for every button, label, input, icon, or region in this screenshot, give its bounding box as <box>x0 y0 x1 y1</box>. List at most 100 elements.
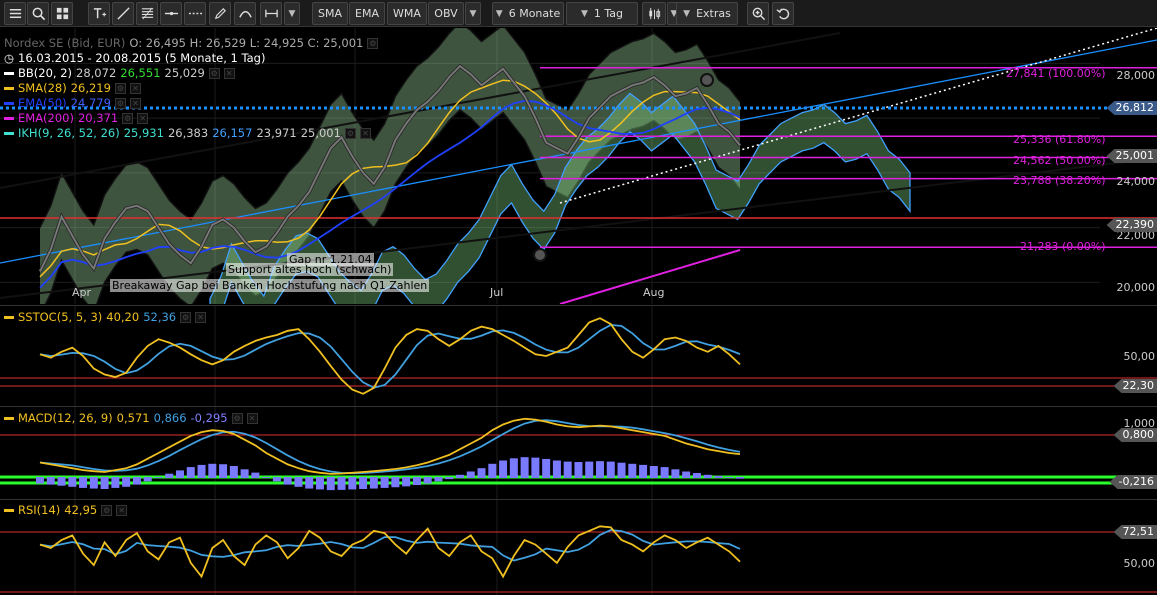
ema-button[interactable]: EMA <box>349 2 385 25</box>
macd-histogram-bar <box>412 477 421 486</box>
search-icon[interactable] <box>27 2 49 25</box>
close-icon[interactable]: ✕ <box>116 505 128 516</box>
sstoc-label: SSTOC(5, 5, 3) <box>18 310 103 324</box>
macd-histogram-bar <box>111 477 120 488</box>
macd-histogram-bar <box>251 472 260 478</box>
settings-icon[interactable]: ⚙ <box>208 68 220 79</box>
sstoc-y-tick: 50,00 <box>1123 350 1156 363</box>
chevron-down-icon: ▼ <box>288 8 296 19</box>
indicator-value: 25,001 <box>300 126 341 140</box>
macd-histogram-bar <box>563 461 572 478</box>
indicator-name: EMA(200) <box>18 111 74 125</box>
macd-histogram-bar <box>402 477 411 487</box>
interval-select[interactable]: ▼ 1 Tag <box>566 2 638 25</box>
sma-button[interactable]: SMA <box>312 2 348 25</box>
chevron-down-icon: ▼ <box>469 8 477 19</box>
indicator-value: 26,219 <box>70 81 111 95</box>
macd-histogram-bar <box>240 469 249 478</box>
fib-label-618: 25,336 (61.80%) <box>1013 133 1106 146</box>
macd-histogram-bar <box>176 470 184 478</box>
horizontal-line-icon[interactable] <box>160 2 182 25</box>
close-icon[interactable]: ✕ <box>129 98 141 109</box>
menu-icon[interactable] <box>4 2 26 25</box>
settings-icon[interactable]: ⚙ <box>180 312 192 323</box>
text-tool-icon[interactable] <box>88 2 110 25</box>
chevron-down-icon: ▼ <box>495 8 503 19</box>
indicator-value: 20,371 <box>77 111 119 125</box>
dotted-line-icon[interactable] <box>184 2 206 25</box>
zoom-icon[interactable] <box>747 2 769 25</box>
tools-dropdown[interactable]: ▼ <box>284 2 300 25</box>
settings-icon[interactable]: ⚙ <box>114 98 126 109</box>
date-range-row: ◷ 16.03.2015 - 20.08.2015 (5 Monate, 1 T… <box>4 51 378 66</box>
obv-button[interactable]: OBV <box>428 2 464 25</box>
pencil-icon[interactable] <box>209 2 231 25</box>
toolbar: ▼ SMA EMA WMA OBV ▼ ▼ 6 Monate ▼ 1 Tag ▼ ▼… <box>0 0 1157 27</box>
ohlc-values: O: 26,495 H: 26,529 L: 24,925 C: 25,001 <box>129 36 364 50</box>
macd-histogram-bar <box>477 468 486 478</box>
oscillator-line <box>39 317 741 395</box>
grid-icon[interactable] <box>51 2 73 25</box>
settings-icon[interactable]: ⚙ <box>231 413 243 424</box>
wma-button[interactable]: WMA <box>387 2 427 25</box>
macd-histogram-bar <box>692 473 701 478</box>
macd-histogram-bar <box>596 461 604 478</box>
measure-icon[interactable] <box>260 2 282 25</box>
macd-histogram-bar <box>68 477 77 487</box>
indicator-value: 26,551 <box>120 66 161 80</box>
macd-legend: MACD(12, 26, 9) 0,571 0,866 -0,295 ⚙ ✕ <box>4 411 258 426</box>
indicator-value: 26,383 <box>167 126 209 140</box>
settings-icon[interactable]: ⚙ <box>344 128 356 139</box>
macd-histogram-bar <box>736 477 744 479</box>
macd-histogram-bar <box>359 477 368 489</box>
macd-histogram-bar <box>703 474 712 478</box>
macd-histogram-bar <box>57 477 66 486</box>
macd-histogram-bar <box>165 473 174 478</box>
undo-icon[interactable] <box>772 2 794 25</box>
macd-histogram-bar <box>423 477 432 484</box>
price-legend: Nordex SE (Bid, EUR) O: 26,495 H: 26,529… <box>4 36 379 141</box>
close-icon[interactable]: ✕ <box>129 83 141 94</box>
candlestick-icon[interactable] <box>642 2 666 25</box>
indicator-row: EMA(200) 20,371 ⚙ ✕ <box>4 111 378 126</box>
close-icon[interactable]: ✕ <box>195 312 207 323</box>
macd-histogram-bar <box>445 477 454 480</box>
indicators-dropdown[interactable]: ▼ <box>465 2 481 25</box>
indicator-value: 25,931 <box>123 126 164 140</box>
close-icon[interactable]: ✕ <box>137 113 149 124</box>
settings-icon[interactable]: ⚙ <box>367 38 379 49</box>
settings-icon[interactable]: ⚙ <box>122 113 134 124</box>
y-tick-28000: 28,000 <box>1116 69 1156 82</box>
rsi-chart[interactable] <box>0 500 1157 595</box>
macd-swatch <box>4 417 14 420</box>
indicator-row: SMA(28) 26,219 ⚙ ✕ <box>4 81 378 96</box>
timeframe-select[interactable]: ▼ 6 Monate <box>492 2 564 25</box>
sstoc-value-k: 40,20 <box>106 310 140 324</box>
macd-histogram-bar <box>380 477 389 488</box>
indicator-row: IKH(9, 26, 52, 26) 25,931 26,383 26,157 23,9… <box>4 126 378 141</box>
macd-histogram-bar <box>617 462 626 478</box>
macd-histogram-bar <box>46 477 55 485</box>
date-range: 16.03.2015 - 20.08.2015 (5 Monate, 1 Tag… <box>18 51 266 65</box>
extras-menu[interactable]: ▼ Extras <box>676 2 738 25</box>
macd-histogram-bar <box>660 467 669 478</box>
macd-histogram-bar <box>36 477 44 484</box>
sstoc-value-d: 52,36 <box>143 310 177 324</box>
indicator-value: 24,779 <box>70 96 111 110</box>
trendline-icon[interactable] <box>112 2 134 25</box>
macd-panel: MACD(12, 26, 9) 0,571 0,866 -0,295 ⚙ ✕ 1… <box>0 406 1157 499</box>
arc-icon[interactable] <box>234 2 256 25</box>
settings-icon[interactable]: ⚙ <box>101 505 113 516</box>
settings-icon[interactable]: ⚙ <box>114 83 126 94</box>
macd-histogram-bar <box>682 471 691 478</box>
fibonacci-icon[interactable] <box>136 2 158 25</box>
indicator-value: 25,029 <box>164 66 205 80</box>
close-icon[interactable]: ✕ <box>223 68 235 79</box>
indicator-swatch <box>4 132 14 135</box>
month-label-jul: Jul <box>490 286 504 299</box>
fib-label-100: 27,841 (100.00%) <box>1006 67 1106 80</box>
close-icon[interactable]: ✕ <box>246 413 258 424</box>
macd-histogram-bar <box>552 460 561 478</box>
macd-histogram-bar <box>671 469 680 478</box>
close-icon[interactable]: ✕ <box>359 128 371 139</box>
